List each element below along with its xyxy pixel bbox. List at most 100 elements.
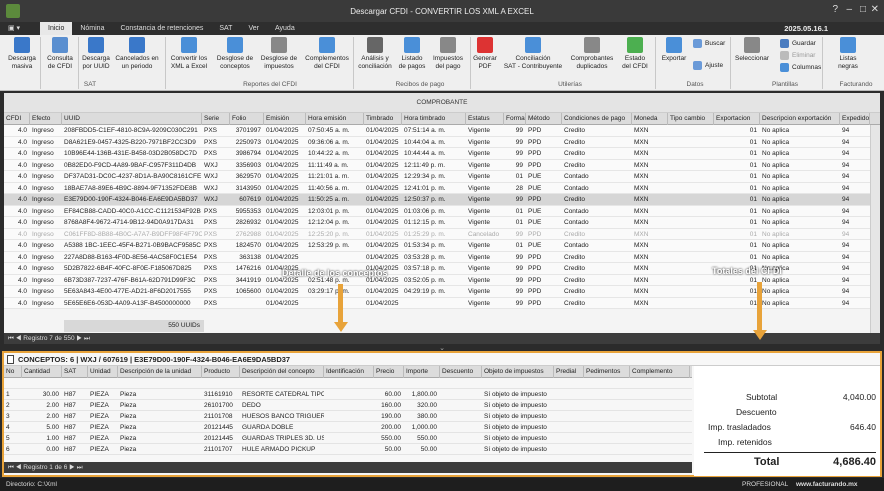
table-cell: 01/04/2025 [266,138,299,146]
grid-vertical-scrollbar[interactable] [870,125,880,333]
concepts-column-header[interactable]: Importe [404,366,440,378]
concepts-column-header[interactable]: SAT [62,366,88,378]
tab-nomina[interactable]: Nómina [72,22,112,35]
ribbon-button-analysis[interactable]: Análisis y conciliación [356,37,394,71]
table-row[interactable]: 4.0 Ingreso 208FBDD5-C1EF-4810-8C9A-9209C0… [4,125,880,137]
ribbon-button-cancelled[interactable]: Cancelados en un periodo [114,37,160,71]
concept-row[interactable]: 2 2.00 H87 PIEZA Pieza 26101700 DEDO 160.00 320.… [4,400,692,411]
table-cell: 01/04/2025 [366,127,399,134]
concepts-column-header[interactable]: Objeto de impuestos [482,366,554,378]
ribbon-button-check[interactable]: Estado del CFDI [618,37,652,71]
column-header[interactable]: Exportacion [714,113,760,125]
ribbon-button-blacklist[interactable]: Listas negras [828,37,868,71]
table-row[interactable]: 4.0 Ingreso 5E65E6E6-053D-4A09-A13F-B45000… [4,297,880,309]
ribbon-button-pdf[interactable]: Generar PDF [472,37,498,71]
ribbon-button-cloud-download[interactable]: Descarga masiva [4,37,40,71]
ribbon-button-download-uuid[interactable]: Descarga por UUID [80,37,112,71]
table-row[interactable]: 4.0 Ingreso 6B73D387-7237-476F-B61A-62D791… [4,274,880,286]
ribbon-button-reconcile[interactable]: Conciliación SAT - Contribuyente [500,37,566,71]
concepts-column-header[interactable]: Predial [554,366,584,378]
table-row[interactable]: 4.0 Ingreso A5388 1BC-1EEC-45F4-B271-0B9BA… [4,240,880,252]
close-icon[interactable]: ✕ [871,4,879,15]
concept-row[interactable]: 3 2.00 H87 PIEZA Pieza 21101708 HUESOS BANCO T… [4,411,692,422]
tab-inicio[interactable]: Inicio [40,22,73,35]
concepts-column-header[interactable]: Producto [202,366,240,378]
concept-row[interactable]: 6 0.00 H87 PIEZA Pieza 21101707 HULE ARMADO PI… [4,444,692,455]
ribbon-button-select[interactable]: Seleccionar [732,37,772,63]
tab-ayuda[interactable]: Ayuda [267,22,303,35]
buscar-button[interactable]: Buscar [693,39,725,48]
table-row[interactable]: 4.0 Ingreso E3E79D00-190F-4324-B046-EA6E9D… [4,194,880,206]
concept-cell: Sí objeto de impuesto [484,413,547,420]
concepts-column-header[interactable]: Pedimentos [584,366,630,378]
column-header[interactable]: Timbrado [364,113,402,125]
ribbon-button-duplicates[interactable]: Comprobantes duplicados [570,37,614,71]
help-icon[interactable]: ? [832,4,838,15]
table-row[interactable]: 4.0 Ingreso C061FF8D-8B88-4B0C-A7A7-B9DFF9… [4,228,880,240]
column-header[interactable]: UUID [62,113,202,125]
table-cell: Ingreso [32,299,54,307]
grid-navigator[interactable]: ⏮ ◀ Registro 7 de 550 ▶ ⏭ [4,333,880,344]
tab-ver[interactable]: Ver [240,22,267,35]
table-row[interactable]: 4.0 Ingreso 227A8D88-B163-4F0D-8E56-4AC58F… [4,251,880,263]
column-header[interactable]: Hora emisión [306,113,364,125]
concepts-column-header[interactable]: No [4,366,22,378]
minimize-icon[interactable]: – [846,4,852,15]
ribbon-button-search-document[interactable]: Consulta de CFDI [42,37,78,71]
ribbon-button-complements[interactable]: Complementos del CFDI [302,37,352,71]
tab-sat[interactable]: SAT [211,22,240,35]
column-header[interactable]: Efecto [30,113,62,125]
concept-row[interactable]: 5 1.00 H87 PIEZA Pieza 20121445 GUARDAS TRIPLE… [4,433,692,444]
ribbon-button-concepts[interactable]: Desglose de conceptos [214,37,256,71]
tab-constancia[interactable]: Constancia de retenciones [112,22,211,35]
guardar-button[interactable]: Guardar [780,39,816,48]
table-cell: D8A621E9-0457-4325-B220-7971BF2CC3D9 [64,138,196,146]
column-header[interactable]: Estatus [466,113,504,125]
column-header[interactable]: Condiciones de pago [562,113,632,125]
concepts-column-header[interactable]: Descripción de la unidad [118,366,202,378]
eliminar-button[interactable]: Eliminar [780,51,815,60]
table-row[interactable]: 4.0 Ingreso 8768A8F4-9672-4714-9B12-94D0A9… [4,217,880,229]
column-header[interactable]: Método [526,113,562,125]
excel-icon [181,37,197,53]
table-row[interactable]: 4.0 Ingreso DF37AD31-DC0C-4237-8D1A-BA90C8… [4,171,880,183]
concept-row[interactable]: 1 30.00 H87 PIEZA Pieza 31161910 RESORTE CATED… [4,389,692,400]
concept-row[interactable]: 4 5.00 H87 PIEZA Pieza 20121445 GUARDA DOBLE 20… [4,422,692,433]
table-row[interactable]: 4.0 Ingreso EF84CB88-CADD-40C0-A1CC-C11215… [4,205,880,217]
table-row[interactable]: 4.0 Ingreso 0B82ED0-F9CD-4A89-9BAF-C957F31… [4,159,880,171]
ajuste-button[interactable]: Ajuste [693,61,723,70]
column-header[interactable]: Descripcion exportación [760,113,840,125]
column-header[interactable]: Expedido [840,113,870,125]
column-header[interactable]: Hora timbrado [402,113,466,125]
table-row[interactable]: 4.0 Ingreso 18BAE7A8-89E6-4B9C-8894-9F7135… [4,182,880,194]
concepts-column-header[interactable]: Complemento [630,366,690,378]
columnas-button[interactable]: Columnas [780,63,821,72]
maximize-icon[interactable]: □ [860,4,866,15]
ribbon-button-tax-payment[interactable]: Impuestos del pago [430,37,466,71]
ribbon-button-payments[interactable]: Listado de pagos [396,37,428,71]
concepts-navigator[interactable]: ⏮ ◀ Registro 1 de 6 ▶ ⏭ [4,462,692,473]
table-row[interactable]: 4.0 Ingreso 10B96E44-136B-431E-B458-03D2B0… [4,148,880,160]
column-header[interactable]: Tipo cambio [668,113,714,125]
concepts-filter-row[interactable] [4,378,692,389]
concepts-column-header[interactable]: Descuento [440,366,482,378]
concepts-column-header[interactable]: Cantidad [22,366,62,378]
column-header[interactable]: CFDI [4,113,30,125]
ribbon-button-export[interactable]: Exportar [658,37,690,63]
concept-cell: 50.00 [384,446,401,453]
column-header[interactable]: Emisión [264,113,306,125]
concepts-column-header[interactable]: Descripción del concepto [240,366,324,378]
ribbon-button-percent[interactable]: Desglose de impuestos [258,37,300,71]
concepts-column-header[interactable]: Identificación [324,366,374,378]
concepts-column-header[interactable]: Unidad [88,366,118,378]
quick-access-icon[interactable]: ▣ ▾ [0,22,40,35]
column-header[interactable]: Forma [504,113,526,125]
ribbon-button-excel[interactable]: Convertir los XML a Excel [168,37,210,71]
column-header[interactable]: Serie [202,113,230,125]
table-row[interactable]: 4.0 Ingreso D8A621E9-0457-4325-B220-7971BF… [4,136,880,148]
table-cell: PPD [528,253,542,261]
table-row[interactable]: 4.0 Ingreso 5E63A843-4E00-477E-AD21-8F6D20… [4,286,880,298]
concepts-column-header[interactable]: Precio [374,366,404,378]
column-header[interactable]: Folio [230,113,264,125]
column-header[interactable]: Moneda [632,113,668,125]
